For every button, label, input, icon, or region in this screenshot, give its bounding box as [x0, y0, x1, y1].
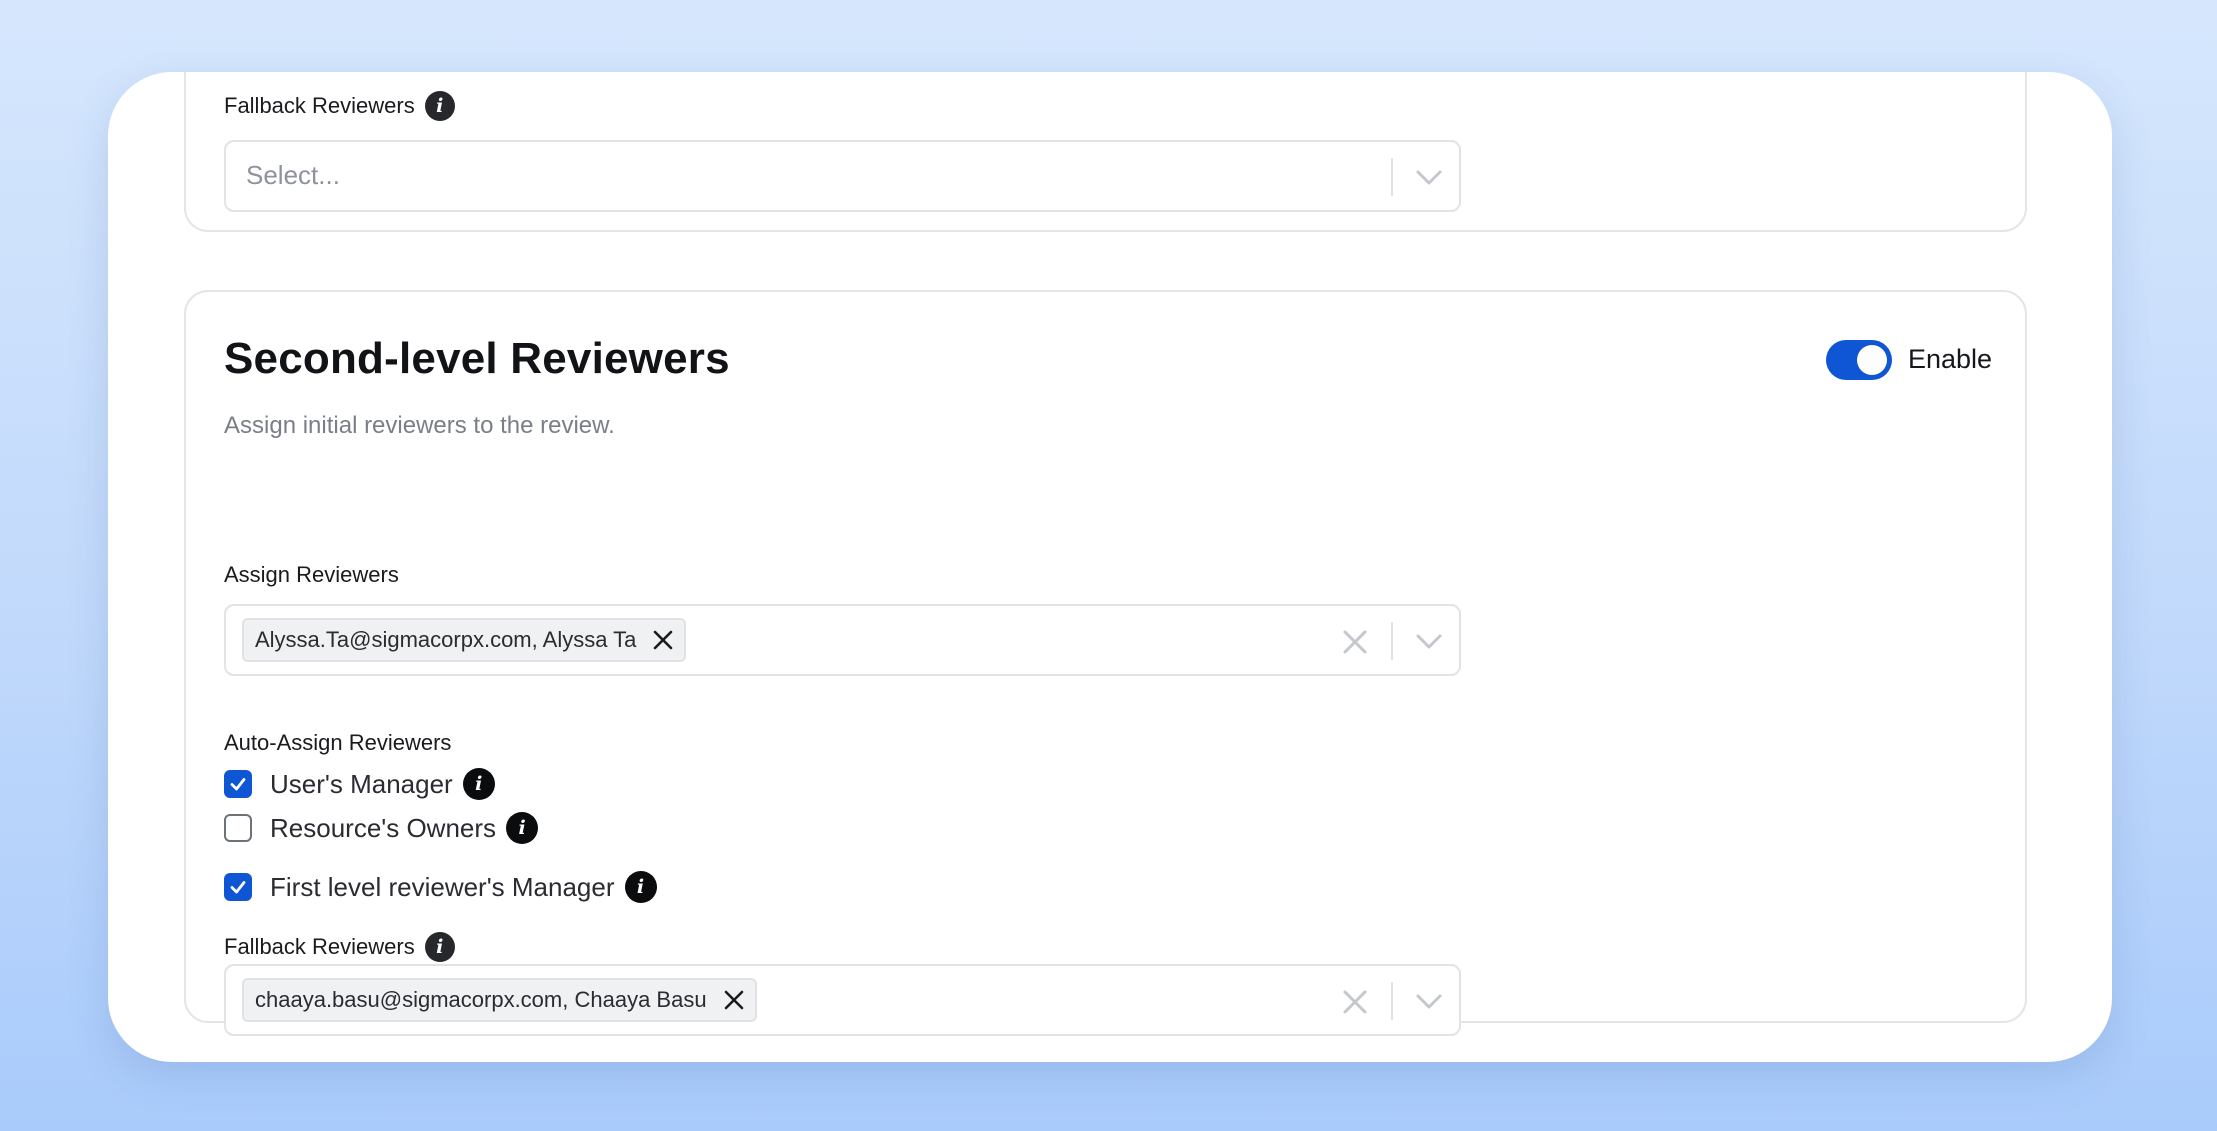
reviewer-chip: Alyssa.Ta@sigmacorpx.com, Alyssa Ta [242, 618, 687, 662]
option-label: User's Manager [270, 768, 453, 799]
checkbox-checked[interactable] [224, 873, 252, 901]
option-resource-owners[interactable]: Resource's Owners i [224, 812, 539, 844]
first-level-card: Fallback Reviewers i Select... [184, 72, 2027, 232]
assign-reviewers-label: Assign Reviewers [224, 562, 399, 587]
option-label: First level reviewer's Manager [270, 871, 615, 902]
select-divider [1391, 622, 1393, 660]
reviewer-chip: chaaya.basu@sigmacorpx.com, Chaaya Basu [242, 978, 757, 1022]
chip-label: Alyssa.Ta@sigmacorpx.com, Alyssa Ta [255, 627, 637, 652]
option-label: Resource's Owners [270, 812, 497, 843]
option-first-level-manager[interactable]: First level reviewer's Manager i [224, 871, 657, 903]
select-placeholder: Select... [246, 160, 340, 190]
toggle-knob [1857, 345, 1887, 375]
section-title: Second-level Reviewers [224, 334, 730, 383]
chip-label: chaaya.basu@sigmacorpx.com, Chaaya Basu [255, 987, 707, 1012]
info-icon[interactable]: i [506, 812, 539, 844]
info-icon[interactable]: i [462, 768, 495, 800]
enable-toggle[interactable] [1826, 340, 1892, 380]
select-divider [1391, 982, 1393, 1020]
fallback-reviewers-select[interactable]: chaaya.basu@sigmacorpx.com, Chaaya Basu [224, 964, 1461, 1036]
remove-chip-icon[interactable] [652, 629, 674, 651]
checkmark-icon [230, 778, 246, 791]
enable-label: Enable [1908, 344, 1993, 374]
checkmark-icon [230, 881, 246, 894]
info-icon[interactable]: i [624, 871, 657, 903]
settings-window: Fallback Reviewers i Select... Second-le… [108, 72, 2112, 1062]
remove-chip-icon[interactable] [723, 989, 745, 1011]
checkbox-unchecked[interactable] [224, 814, 252, 842]
fallback-reviewers-select-top[interactable]: Select... [224, 140, 1461, 212]
select-divider [1391, 158, 1393, 196]
fallback-reviewers-label: Fallback Reviewers i [224, 932, 455, 962]
chevron-down-icon[interactable] [1412, 160, 1446, 194]
second-level-card: Second-level Reviewers Enable Assign ini… [184, 290, 2027, 1036]
close-icon[interactable] [1340, 987, 1370, 1017]
section-subtitle: Assign initial reviewers to the review. [224, 412, 615, 439]
close-icon[interactable] [1340, 627, 1370, 657]
info-icon[interactable]: i [424, 932, 455, 962]
checkbox-checked[interactable] [224, 770, 252, 798]
assign-reviewers-select[interactable]: Alyssa.Ta@sigmacorpx.com, Alyssa Ta [224, 604, 1461, 676]
fallback-reviewers-label-top: Fallback Reviewers i [224, 91, 455, 121]
chevron-down-icon[interactable] [1412, 624, 1446, 658]
chevron-down-icon[interactable] [1412, 984, 1446, 1018]
info-icon[interactable]: i [424, 91, 455, 121]
auto-assign-label: Auto-Assign Reviewers [224, 730, 452, 755]
option-users-manager[interactable]: User's Manager i [224, 768, 495, 800]
